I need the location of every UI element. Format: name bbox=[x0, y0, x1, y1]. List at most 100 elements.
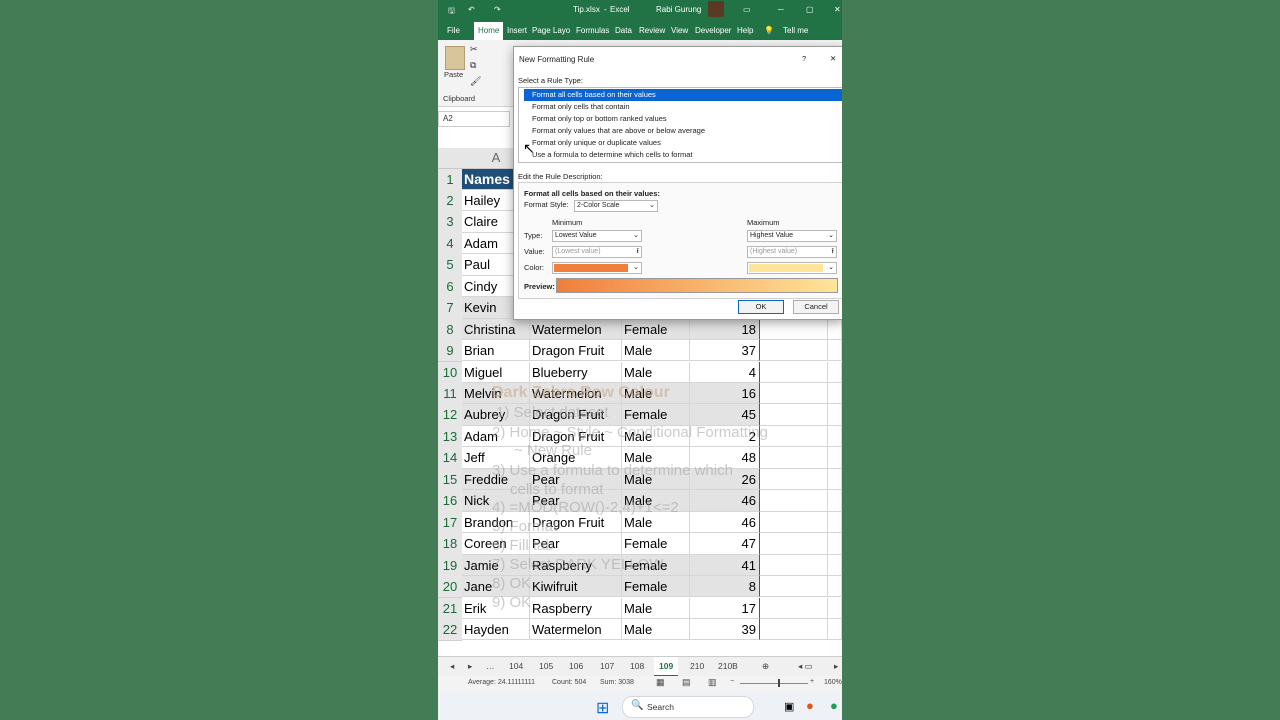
cell-empty[interactable] bbox=[828, 618, 842, 641]
sheet-tab[interactable]: 107 bbox=[600, 661, 614, 671]
sheet-tab[interactable]: 105 bbox=[539, 661, 553, 671]
rule-type-list[interactable]: Format all cells based on their values F… bbox=[518, 87, 842, 163]
row-header[interactable]: 17 bbox=[438, 511, 462, 535]
zoom-level[interactable]: 160% bbox=[824, 679, 842, 686]
cell-empty[interactable] bbox=[828, 490, 842, 512]
taskbar-search[interactable]: 🔍 Search bbox=[622, 696, 754, 718]
cell-age[interactable]: 47 bbox=[690, 533, 760, 555]
minimum-value-input[interactable]: (Lowest value) ⭱ bbox=[552, 246, 642, 258]
add-sheet-icon[interactable]: ⊕ bbox=[762, 661, 769, 672]
tab-developer[interactable]: Developer bbox=[695, 26, 731, 35]
cell-gender[interactable]: Male bbox=[622, 597, 690, 619]
copy-icon[interactable]: ⧉ bbox=[470, 60, 476, 71]
format-style-select[interactable]: 2-Color Scale ⌄ bbox=[574, 200, 658, 212]
close-window-icon[interactable]: ✕ bbox=[834, 5, 841, 14]
avatar[interactable] bbox=[708, 1, 724, 17]
row-header[interactable]: 19 bbox=[438, 554, 462, 577]
cell-age[interactable]: 41 bbox=[690, 554, 760, 576]
row-header[interactable]: 7 bbox=[438, 297, 462, 320]
row-header[interactable]: 21 bbox=[438, 597, 462, 620]
tab-data[interactable]: Data bbox=[615, 26, 632, 35]
redo-icon[interactable]: ↷ bbox=[494, 5, 501, 14]
help-icon[interactable]: ? bbox=[802, 54, 806, 63]
row-header[interactable]: 18 bbox=[438, 533, 462, 556]
row-header[interactable]: 1 bbox=[438, 168, 462, 191]
cell-age[interactable]: 45 bbox=[690, 404, 760, 426]
zoom-in-icon[interactable]: + bbox=[810, 678, 814, 685]
cell-age[interactable]: 37 bbox=[690, 340, 760, 362]
firefox-icon[interactable]: ● bbox=[806, 698, 814, 713]
row-header[interactable]: 9 bbox=[438, 340, 462, 363]
cell-gender[interactable]: Male bbox=[622, 618, 690, 641]
cell-empty[interactable] bbox=[760, 361, 828, 383]
cell-gender[interactable]: Male bbox=[622, 340, 690, 362]
rule-type-item[interactable]: Format only top or bottom ranked values bbox=[524, 113, 842, 125]
cell-empty[interactable] bbox=[828, 447, 842, 469]
cell-empty[interactable] bbox=[760, 554, 828, 576]
cell-empty[interactable] bbox=[828, 554, 842, 576]
cell-empty[interactable] bbox=[828, 533, 842, 555]
sheet-tab-active[interactable]: 109 bbox=[654, 657, 679, 677]
cell-gender[interactable]: Female bbox=[622, 533, 690, 555]
maximum-type-select[interactable]: Highest Value ⌄ bbox=[747, 230, 837, 242]
paste-icon[interactable] bbox=[445, 46, 465, 70]
ok-button[interactable]: OK bbox=[738, 300, 784, 314]
horizontal-scrollbar[interactable]: ◂ ▭ bbox=[798, 661, 813, 672]
cell-name[interactable]: Christina bbox=[462, 318, 530, 341]
cell-gender[interactable]: Female bbox=[622, 404, 690, 426]
cell-gender[interactable]: Male bbox=[622, 361, 690, 383]
scroll-right-arrow-icon[interactable]: ▸ bbox=[834, 661, 838, 672]
cell-age[interactable]: 16 bbox=[690, 383, 760, 405]
save-icon[interactable]: 🖫 bbox=[448, 5, 455, 19]
rule-type-item[interactable]: Format only values that are above or bel… bbox=[524, 125, 842, 137]
sheet-tab[interactable]: 106 bbox=[569, 661, 583, 671]
cell-age[interactable]: 18 bbox=[690, 318, 760, 341]
cell-age[interactable]: 46 bbox=[690, 490, 760, 512]
cell-empty[interactable] bbox=[828, 340, 842, 362]
page-layout-view-icon[interactable]: ▤ bbox=[682, 677, 691, 688]
cell-age[interactable]: 4 bbox=[690, 361, 760, 383]
rule-type-item[interactable]: Format all cells based on their values bbox=[524, 89, 842, 101]
row-header[interactable]: 4 bbox=[438, 232, 462, 256]
cell-empty[interactable] bbox=[828, 576, 842, 598]
cut-icon[interactable]: ✂ bbox=[470, 44, 478, 55]
undo-icon[interactable]: ↶ bbox=[468, 5, 475, 14]
row-header[interactable]: 14 bbox=[438, 447, 462, 470]
tell-me-search[interactable]: Tell me bbox=[783, 26, 808, 35]
cell-empty[interactable] bbox=[760, 618, 828, 641]
tab-help[interactable]: Help bbox=[737, 26, 753, 35]
row-header[interactable]: 11 bbox=[438, 383, 462, 406]
cell-empty[interactable] bbox=[828, 597, 842, 619]
cell-name[interactable]: Miguel bbox=[462, 361, 530, 383]
cell-empty[interactable] bbox=[828, 318, 842, 341]
cell-empty[interactable] bbox=[828, 383, 842, 405]
normal-view-icon[interactable]: ▦ bbox=[656, 677, 665, 688]
cell-fruit[interactable]: Watermelon bbox=[530, 618, 622, 641]
minimum-color-picker[interactable]: ⌄ bbox=[552, 262, 642, 274]
select-all-corner[interactable] bbox=[438, 148, 463, 169]
row-header[interactable]: 3 bbox=[438, 211, 462, 234]
maximum-color-picker[interactable]: ⌄ bbox=[747, 262, 837, 274]
scroll-left-icon[interactable]: ◂ bbox=[450, 661, 454, 672]
row-header[interactable]: 10 bbox=[438, 361, 462, 384]
cell-empty[interactable] bbox=[760, 425, 828, 448]
sheet-tab[interactable]: 210B bbox=[718, 661, 738, 671]
row-header[interactable]: 13 bbox=[438, 425, 462, 449]
tab-insert[interactable]: Insert bbox=[507, 26, 527, 35]
cell-empty[interactable] bbox=[760, 318, 828, 341]
edge-icon[interactable]: ● bbox=[830, 698, 838, 713]
collapse-range-icon[interactable]: ⭱ bbox=[637, 247, 639, 257]
row-header[interactable]: 5 bbox=[438, 254, 462, 277]
row-header[interactable]: 20 bbox=[438, 576, 462, 599]
collapse-range-icon[interactable]: ⭱ bbox=[832, 247, 834, 257]
minimize-icon[interactable]: ─ bbox=[778, 5, 784, 14]
minimum-type-select[interactable]: Lowest Value ⌄ bbox=[552, 230, 642, 242]
task-view-icon[interactable]: ▣ bbox=[784, 700, 794, 713]
cell-empty[interactable] bbox=[760, 597, 828, 619]
cell-name[interactable]: Hayden bbox=[462, 618, 530, 641]
sheet-tab[interactable]: 108 bbox=[630, 661, 644, 671]
row-header[interactable]: 2 bbox=[438, 189, 462, 213]
cell-empty[interactable] bbox=[760, 383, 828, 405]
cell-empty[interactable] bbox=[760, 447, 828, 469]
page-break-view-icon[interactable]: ▥ bbox=[708, 677, 717, 688]
